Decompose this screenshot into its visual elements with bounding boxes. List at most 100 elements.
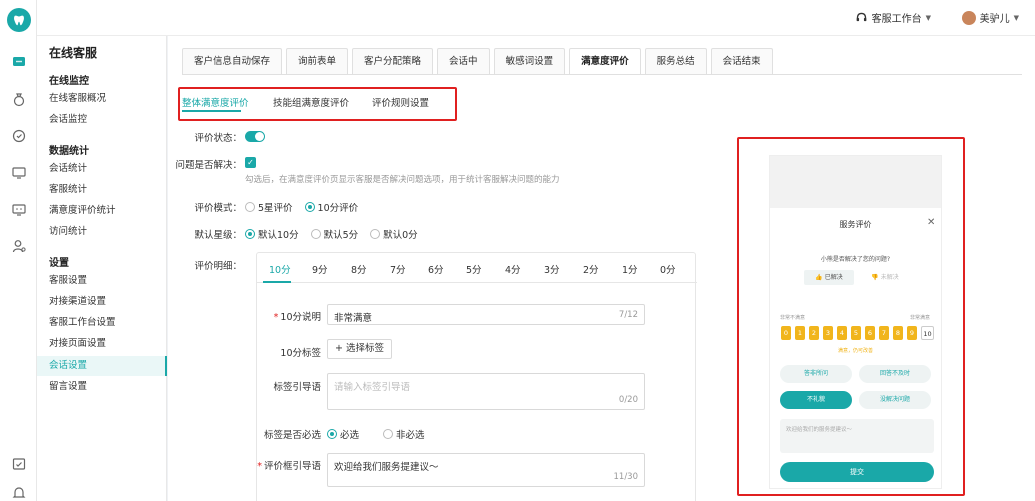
tag-label: 10分标签: [280, 348, 321, 359]
score-tab-9[interactable]: 9分: [312, 262, 328, 276]
score-tab-1[interactable]: 1分: [622, 262, 638, 276]
preview-header-area: [770, 156, 941, 208]
preview-suggestion-input[interactable]: 欢迎给我们的服务提建议～: [780, 419, 934, 453]
score-tab-3[interactable]: 3分: [544, 262, 560, 276]
solved-checkbox[interactable]: ✓: [245, 157, 256, 168]
nav-item-visit-stats[interactable]: 访问统计: [49, 222, 167, 242]
praise-label: * 评价框引导语: [257, 458, 321, 472]
select-tag-button[interactable]: + 选择标签: [327, 339, 392, 359]
preview-chip-slow[interactable]: 回答不及时: [859, 365, 931, 383]
preview-chip-unsolved[interactable]: 没解决问题: [859, 391, 931, 409]
tab-auto-save[interactable]: 客户信息自动保存: [182, 48, 283, 74]
mode-5star-label: 5星评价: [258, 203, 293, 214]
tab-summary[interactable]: 服务总结: [644, 48, 707, 74]
monitor-icon[interactable]: [9, 163, 29, 183]
mode-10pt-label: 10分评价: [317, 203, 359, 214]
nav-item-overview[interactable]: 在线客服概况: [49, 89, 167, 109]
workbench-menu[interactable]: 客服工作台 ▼: [855, 10, 931, 25]
score-tab-6[interactable]: 6分: [428, 262, 444, 276]
tab-sensitive-words[interactable]: 敏感词设置: [493, 48, 566, 74]
score-tab-2[interactable]: 2分: [583, 262, 599, 276]
required-yes-label: 必选: [340, 430, 360, 441]
mode-5star-radio[interactable]: [245, 202, 255, 212]
nav-item-agent-stats[interactable]: 客服统计: [49, 180, 167, 200]
tab-assignment[interactable]: 客户分配策略: [352, 48, 434, 74]
screen-chat-icon[interactable]: [9, 200, 29, 220]
nav-item-session-stats[interactable]: 会话统计: [49, 159, 167, 179]
user-menu[interactable]: 美驴儿 ▼: [961, 10, 1019, 25]
preview-score-5[interactable]: 5: [851, 326, 861, 340]
score-tab-7[interactable]: 7分: [390, 262, 406, 276]
preview-question: 小熊是否解决了您的问题?: [820, 256, 891, 263]
nav-item-page-settings[interactable]: 对接页面设置: [49, 334, 167, 354]
preview-score-7[interactable]: 7: [879, 326, 889, 340]
preview-score-9[interactable]: 9: [907, 326, 917, 340]
preview-score-2[interactable]: 2: [809, 326, 819, 340]
tab-session-end[interactable]: 会话结束: [710, 48, 773, 74]
preview-score-3[interactable]: 3: [823, 326, 833, 340]
clock-icon[interactable]: [9, 126, 29, 146]
default-0-label: 默认0分: [383, 230, 418, 241]
praise-input[interactable]: 欢迎给我们服务提建议～ 11/30: [327, 453, 645, 487]
preview-score-10[interactable]: 10: [921, 326, 934, 340]
user-settings-icon[interactable]: [9, 236, 29, 256]
bell-icon[interactable]: [9, 483, 29, 501]
preview-score-1[interactable]: 1: [795, 326, 805, 340]
preview-chip-irrelevant[interactable]: 答非所问: [780, 365, 852, 383]
preview-unsolved-button[interactable]: 👎 未解决: [860, 270, 910, 285]
money-bag-icon[interactable]: [9, 89, 29, 109]
desc-input[interactable]: 非常满意 7/12: [327, 304, 645, 325]
preview-submit-button[interactable]: 提交: [780, 462, 934, 482]
preview-score-0[interactable]: 0: [781, 326, 791, 340]
preview-unsolved-label: 未解决: [880, 274, 899, 281]
nav-item-session-settings[interactable]: 会话设置: [37, 356, 167, 376]
preview-score-4[interactable]: 4: [837, 326, 847, 340]
caret-down-icon: ▼: [925, 13, 931, 22]
required-no-label: 非必选: [396, 430, 425, 441]
score-tab-4[interactable]: 4分: [505, 262, 521, 276]
preview-chip-rude[interactable]: 不礼貌: [780, 391, 852, 409]
score-tab-8[interactable]: 8分: [351, 262, 367, 276]
preview-score-6[interactable]: 6: [865, 326, 875, 340]
required-yes-radio[interactable]: [327, 429, 337, 439]
preview-left-caption: 非常不满意: [780, 315, 806, 321]
subtab-skill-group[interactable]: 技能组满意度评价: [273, 95, 349, 109]
score-tab-5[interactable]: 5分: [466, 262, 482, 276]
tab-pre-chat-form[interactable]: 询前表单: [286, 48, 349, 74]
tab-in-session[interactable]: 会话中: [437, 48, 490, 74]
guide-input[interactable]: 请输入标签引导语 0/20: [327, 373, 645, 410]
nav-item-message-settings[interactable]: 留言设置: [49, 377, 167, 397]
default-10-radio[interactable]: [245, 229, 255, 239]
subtab-rules[interactable]: 评价规则设置: [372, 95, 429, 109]
score-tab-10[interactable]: 10分: [269, 262, 291, 276]
mode-label: 评价模式：: [194, 203, 242, 214]
nav-item-satisfaction-stats[interactable]: 满意度评价统计: [49, 201, 167, 221]
preview-title: 服务评价: [839, 220, 872, 229]
preview-solved-button[interactable]: 👍 已解决: [804, 270, 854, 285]
tab-divider: [182, 74, 1022, 75]
nav-item-agent-settings[interactable]: 客服设置: [49, 271, 167, 291]
praise-count: 11/30: [613, 472, 639, 482]
status-toggle[interactable]: [245, 131, 265, 142]
desc-count: 7/12: [618, 310, 638, 320]
nav-item-workbench-settings[interactable]: 客服工作台设置: [49, 313, 167, 333]
praise-value: 欢迎给我们服务提建议～: [334, 462, 439, 473]
score-tab-0[interactable]: 0分: [660, 262, 676, 276]
nav-item-session-monitor[interactable]: 会话监控: [49, 110, 167, 130]
mode-10pt-radio[interactable]: [304, 202, 315, 212]
calendar-check-icon[interactable]: [9, 454, 29, 474]
tooth-logo-icon: [7, 8, 31, 32]
preview-solved-label: 已解决: [824, 274, 843, 281]
score-tabs: 10分 9分 8分 7分 6分 5分 4分 3分 2分 1分 0分: [257, 253, 697, 283]
subtab-overall[interactable]: 整体满意度评价: [182, 95, 249, 109]
close-icon[interactable]: ✕: [927, 217, 935, 228]
chat-icon[interactable]: [9, 52, 29, 72]
guide-label: 标签引导语: [273, 382, 321, 393]
default-5-radio[interactable]: [310, 229, 321, 239]
required-no-radio[interactable]: [383, 429, 394, 439]
nav-item-channel-settings[interactable]: 对接渠道设置: [49, 292, 167, 312]
tab-satisfaction[interactable]: 满意度评价: [569, 48, 641, 74]
avatar: [961, 10, 976, 25]
default-0-radio[interactable]: [370, 229, 381, 239]
preview-score-8[interactable]: 8: [893, 326, 903, 340]
